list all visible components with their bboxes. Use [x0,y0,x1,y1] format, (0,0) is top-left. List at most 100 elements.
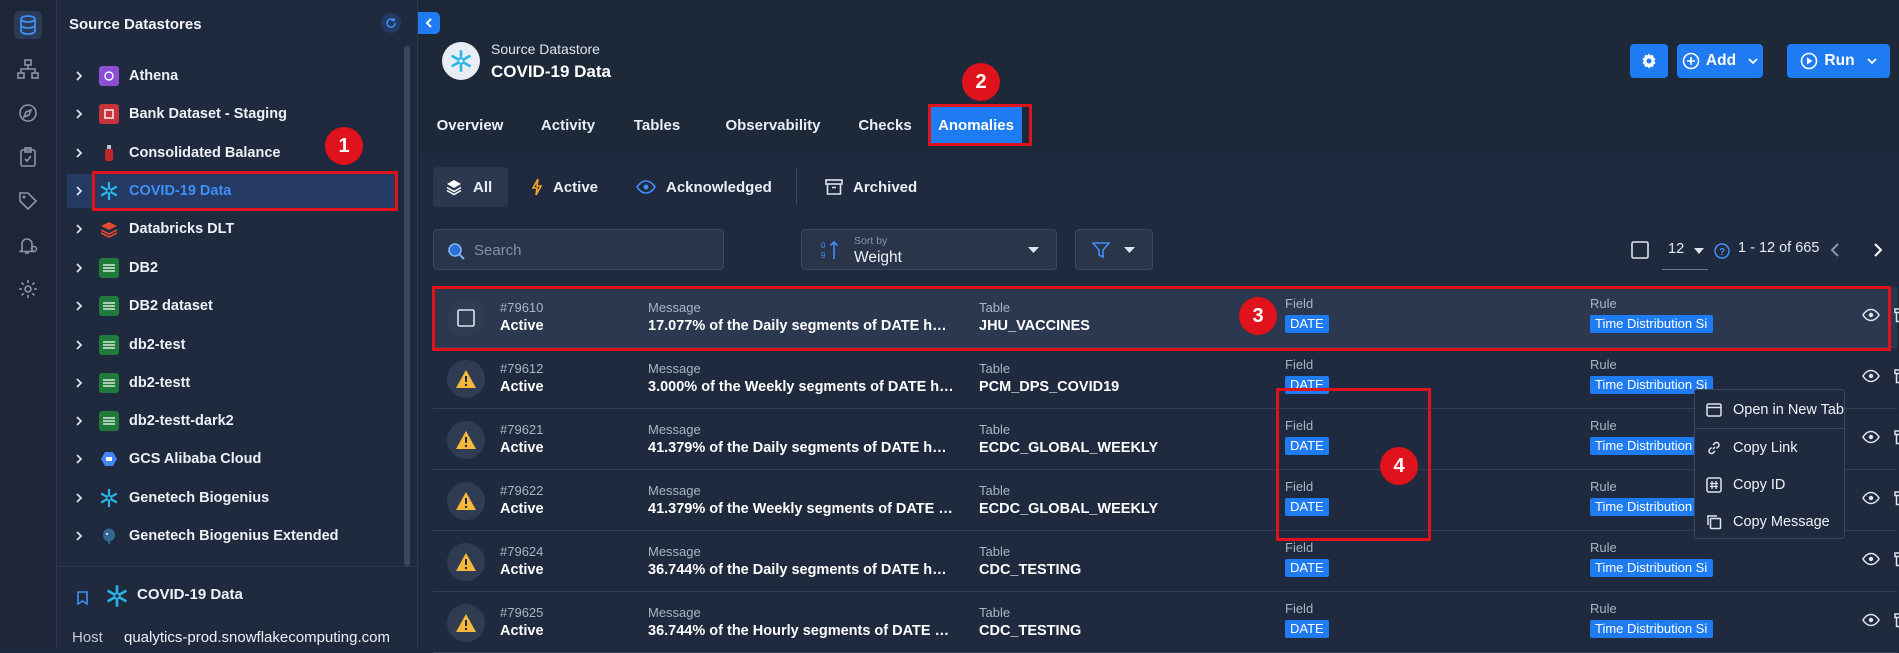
bottle-icon [99,143,119,163]
menu-copy-id[interactable]: Copy ID [1695,470,1844,500]
sidebar-item-genetech-biogenius[interactable]: Genetech Biogenius [67,481,395,515]
tab-observability[interactable]: Observability [723,105,823,145]
archive-icon[interactable] [1894,369,1899,384]
sidebar-item-databricks-dlt[interactable]: Databricks DLT [67,212,395,246]
sidebar-item-genetech-biogenius-extended[interactable]: Genetech Biogenius Extended [67,519,395,553]
table-label: Table [979,361,1011,376]
tab-tables[interactable]: Tables [632,105,682,145]
chevron-right-icon[interactable] [67,340,91,350]
chevron-right-icon[interactable] [67,416,91,426]
gear-icon[interactable] [14,275,42,303]
chevron-right-icon[interactable] [67,378,91,388]
field-label: Field [1285,540,1314,555]
table-row[interactable]: #79612 Active Message 3.000% of the Weekly … [433,348,1899,409]
tab-checks[interactable]: Checks [853,105,917,145]
funnel-icon [1092,241,1110,259]
archive-icon[interactable] [1894,552,1899,567]
sidebar-item-label: Databricks DLT [129,221,235,237]
svg-text:?: ? [1719,247,1725,258]
menu-copy-message-label: Copy Message [1733,514,1830,530]
table-row[interactable]: #79625 Active Message 36.744% of the Hourly… [433,592,1899,653]
ibm-db2-icon [99,296,119,316]
chevron-right-icon[interactable] [67,454,91,464]
table-row[interactable]: #79622 Active Message 41.379% of the Weekly… [433,470,1899,531]
hierarchy-icon[interactable] [14,55,42,83]
acknowledge-eye-icon[interactable] [1862,369,1880,383]
search-input[interactable]: Search [433,229,724,270]
chevron-right-icon[interactable] [67,301,91,311]
sidebar-item-db2-testt[interactable]: db2-testt [67,366,395,400]
page-size-select[interactable]: 12 [1662,232,1708,270]
sidebar-item-db2-testt-dark2[interactable]: db2-testt-dark2 [67,404,395,438]
next-page-icon[interactable] [1873,243,1883,257]
sidebar-item-label: DB2 [129,260,159,276]
copy-icon [1699,514,1729,530]
chevron-right-icon[interactable] [67,224,91,234]
sort-value: Weight [854,249,902,266]
bell-settings-icon[interactable] [14,231,42,259]
sidebar-scrollbar[interactable] [404,46,410,566]
acknowledge-eye-icon[interactable] [1862,613,1880,627]
filter-button[interactable] [1075,229,1153,270]
chevron-right-icon[interactable] [67,531,91,541]
caret-down-icon [1124,247,1135,254]
archive-icon[interactable] [1894,613,1899,628]
add-button[interactable]: Add [1677,44,1763,78]
collapse-sidebar-button[interactable] [418,12,440,34]
help-icon[interactable]: ? [1714,243,1730,259]
chevron-down-icon [1866,58,1877,65]
settings-button[interactable] [1630,44,1668,78]
bookmark-icon[interactable] [77,591,88,605]
filter-all[interactable]: All [433,167,508,207]
sidebar-item-bank-dataset[interactable]: Bank Dataset - Staging [67,97,395,131]
chevron-right-icon[interactable] [67,263,91,273]
filter-active[interactable]: Active [531,167,598,207]
menu-copy-message[interactable]: Copy Message [1695,507,1844,537]
sidebar-item-db2-dataset[interactable]: DB2 dataset [67,289,395,323]
play-circle-icon [1801,52,1818,70]
sidebar-item-athena[interactable]: Athena [67,59,395,93]
run-button[interactable]: Run [1787,44,1890,78]
ibm-db2-icon [99,258,119,278]
prev-page-icon[interactable] [1830,243,1840,257]
chevron-right-icon[interactable] [67,493,91,503]
svg-text:9: 9 [821,251,826,260]
marker-2: 2 [962,63,1000,101]
sidebar-item-db2-test[interactable]: db2-test [67,328,395,362]
menu-copy-link[interactable]: Copy Link [1695,433,1844,463]
anomaly-table: CDC_TESTING [979,562,1082,578]
select-all-checkbox[interactable] [1631,241,1649,259]
tab-activity[interactable]: Activity [538,105,598,145]
archive-icon[interactable] [1894,491,1899,506]
table-row[interactable]: #79624 Active Message 36.744% of the Daily … [433,531,1899,592]
chevron-right-icon[interactable] [67,109,91,119]
tab-overview[interactable]: Overview [434,105,506,145]
acknowledge-eye-icon[interactable] [1862,491,1880,505]
database-icon[interactable] [14,11,42,39]
table-row[interactable]: #79621 Active Message 41.379% of the Daily … [433,409,1899,470]
field-label: Field [1285,601,1314,616]
filter-archived[interactable]: Archived [825,167,917,207]
acknowledge-eye-icon[interactable] [1862,430,1880,444]
chevron-right-icon[interactable] [67,71,91,81]
rule-label: Rule [1590,418,1617,433]
clipboard-check-icon[interactable] [14,143,42,171]
chevron-right-icon[interactable] [67,148,91,158]
refresh-icon[interactable] [381,13,401,33]
sort-select[interactable]: 09 Sort by Weight [801,229,1057,270]
chevron-right-icon[interactable] [67,186,91,196]
field-badge: DATE [1285,620,1329,638]
menu-open-new-tab[interactable]: Open in New Tab [1695,395,1844,425]
pagination-range: 1 - 12 of 665 [1738,240,1820,256]
sidebar-item-gcs-alibaba-cloud[interactable]: GCS Alibaba Cloud [67,442,395,476]
anomaly-status: Active [500,562,544,578]
acknowledge-eye-icon[interactable] [1862,552,1880,566]
anomaly-status: Active [500,379,544,395]
filter-acknowledged[interactable]: Acknowledged [636,167,772,207]
datastore-header: Source Datastore COVID-19 Data Add Run O… [418,0,1899,152]
archive-icon[interactable] [1894,308,1899,323]
sidebar-item-db2[interactable]: DB2 [67,251,395,285]
compass-icon[interactable] [14,99,42,127]
tag-icon[interactable] [14,187,42,215]
archive-icon[interactable] [1894,430,1899,445]
